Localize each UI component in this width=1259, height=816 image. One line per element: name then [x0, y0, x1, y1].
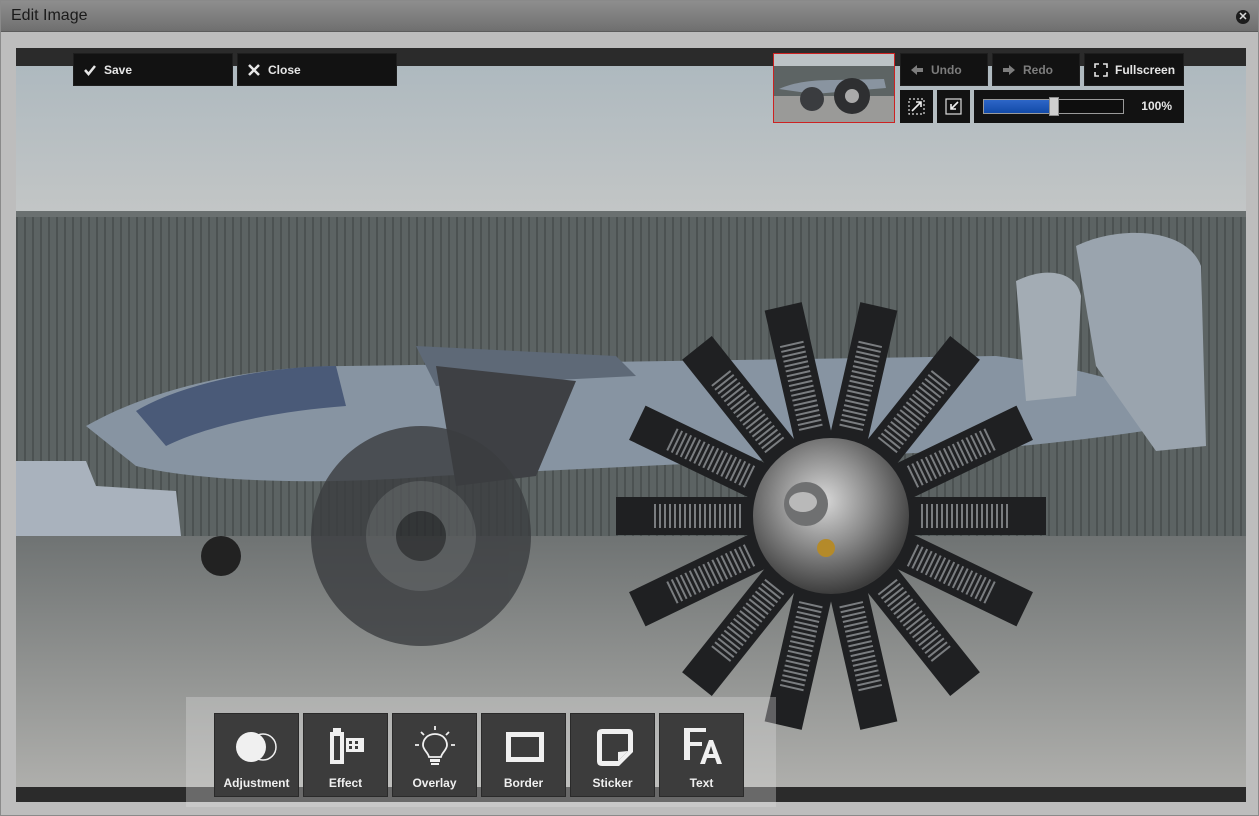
- shrink-icon: [945, 98, 962, 115]
- tool-adjustment[interactable]: Adjustment: [214, 713, 299, 797]
- tool-overlay[interactable]: Overlay: [392, 713, 477, 797]
- tool-label: Effect: [328, 776, 363, 790]
- edited-photo[interactable]: [16, 66, 1246, 787]
- tool-effect[interactable]: Effect: [303, 713, 388, 797]
- redo-label: Redo: [1023, 62, 1053, 77]
- tool-label: Adjustment: [223, 776, 290, 790]
- title-bar: Edit Image ✕: [1, 1, 1258, 32]
- checkmark-icon: [84, 64, 96, 76]
- tool-label: Overlay: [412, 776, 457, 790]
- zoom-level: 100%: [1141, 99, 1172, 113]
- tool-sticker[interactable]: Sticker: [570, 713, 655, 797]
- save-label: Save: [104, 62, 133, 77]
- redo-button[interactable]: Redo: [992, 53, 1080, 86]
- tool-text[interactable]: Text: [659, 713, 744, 797]
- tool-label: Text: [689, 776, 714, 790]
- undo-label: Undo: [931, 62, 962, 77]
- close-button[interactable]: Close: [237, 53, 397, 86]
- edit-image-dialog: Edit Image ✕ Save Close Undo Redo Fullsc…: [0, 0, 1259, 816]
- arrow-left-icon: [911, 64, 923, 75]
- zoom-control: 100%: [974, 90, 1184, 123]
- lightbulb-icon: [415, 726, 455, 765]
- image-stage: Save Close Undo Redo Fullscreen 100%: [16, 48, 1246, 802]
- expand-icon: [908, 98, 925, 115]
- zoom-in-button[interactable]: [900, 90, 933, 123]
- fullscreen-button[interactable]: Fullscreen: [1084, 53, 1184, 86]
- close-label: Close: [268, 62, 301, 77]
- save-button[interactable]: Save: [73, 53, 233, 86]
- film-icon: [330, 728, 364, 764]
- dialog-title: Edit Image: [11, 7, 88, 24]
- frame-icon: [506, 732, 544, 762]
- adjustment-icon: [236, 732, 277, 762]
- image-thumbnail-navigator[interactable]: [773, 53, 895, 123]
- fullscreen-label: Fullscreen: [1115, 62, 1176, 77]
- undo-button[interactable]: Undo: [900, 53, 988, 86]
- zoom-out-button[interactable]: [937, 90, 970, 123]
- x-icon: [248, 63, 260, 76]
- tool-label: Border: [503, 776, 544, 790]
- zoom-slider-handle[interactable]: [1048, 97, 1059, 116]
- zoom-slider-fill: [984, 100, 1054, 113]
- arrow-right-icon: [1003, 64, 1015, 75]
- tool-label: Sticker: [592, 776, 633, 790]
- tool-panel: Adjustment Effect Overlay Border Sticker…: [186, 697, 776, 807]
- sticker-icon: [597, 729, 633, 766]
- tool-border[interactable]: Border: [481, 713, 566, 797]
- close-circle-icon[interactable]: ✕: [1236, 10, 1250, 24]
- text-icon: [684, 728, 722, 764]
- zoom-slider[interactable]: [983, 97, 1124, 116]
- fullscreen-icon: [1094, 62, 1108, 77]
